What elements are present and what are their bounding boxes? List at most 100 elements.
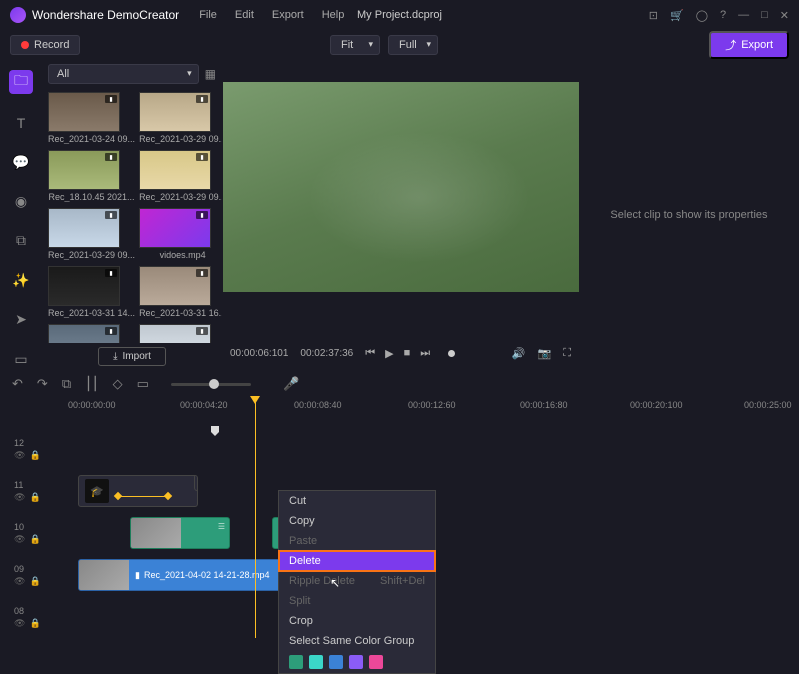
zoom-handle[interactable] bbox=[209, 379, 219, 389]
video-badge-icon: ▮ bbox=[196, 211, 208, 219]
cursor-icon[interactable]: ➤ bbox=[9, 309, 33, 330]
preview-canvas[interactable] bbox=[223, 82, 579, 292]
ctx-ripple-delete[interactable]: Ripple DeleteShift+Del bbox=[279, 571, 435, 591]
color-swatch[interactable] bbox=[369, 655, 383, 669]
effects-icon[interactable]: ✨ bbox=[9, 270, 33, 291]
lock-icon[interactable]: 🔒 bbox=[29, 618, 40, 629]
cloud-icon[interactable]: ⊡ bbox=[649, 9, 658, 22]
clip-filename: Rec_2021-04-02 14-21-28.mp4 bbox=[144, 570, 270, 580]
marker-tool-icon[interactable]: ◇ bbox=[113, 376, 123, 392]
minimize-icon[interactable]: — bbox=[738, 9, 749, 22]
media-thumb[interactable]: ▮ bbox=[139, 324, 222, 343]
ctx-select-color-group[interactable]: Select Same Color Group bbox=[279, 631, 435, 651]
zoom-slider[interactable] bbox=[171, 383, 251, 386]
ctx-delete[interactable]: Delete bbox=[279, 551, 435, 571]
snapshot-icon[interactable]: 📷 bbox=[538, 347, 552, 360]
ruler-tick: 00:00:00:00 bbox=[68, 400, 116, 410]
mic-icon[interactable]: 🎤 bbox=[283, 376, 299, 392]
ctx-cut[interactable]: Cut bbox=[279, 491, 435, 511]
transition-icon[interactable]: ⧉ bbox=[9, 230, 33, 251]
crop-tool-icon[interactable]: ⧉ bbox=[62, 376, 71, 392]
grid-view-icon[interactable]: ▦ bbox=[205, 67, 216, 81]
import-icon: ⤓ bbox=[113, 351, 117, 362]
undo-icon[interactable]: ↶ bbox=[12, 376, 23, 392]
media-thumb[interactable]: ▮Rec_2021-03-29 09... bbox=[139, 92, 222, 144]
record-button[interactable]: Record bbox=[10, 35, 80, 55]
ctx-paste[interactable]: Paste bbox=[279, 531, 435, 551]
user-icon[interactable]: ◯ bbox=[696, 9, 708, 22]
media-thumb[interactable]: ▮Rec_2021-03-29 09... bbox=[48, 208, 135, 260]
ctx-split[interactable]: Split bbox=[279, 591, 435, 611]
lock-icon[interactable]: 🔒 bbox=[29, 576, 40, 587]
media-thumb[interactable]: ▮Rec_2021-03-31 16... bbox=[139, 266, 222, 318]
eye-icon[interactable]: 👁 bbox=[14, 576, 25, 587]
annotation-icon[interactable]: 💬 bbox=[9, 151, 33, 172]
lock-icon[interactable]: 🔒 bbox=[29, 492, 40, 503]
media-thumb[interactable]: ▮Rec_2021-03-31 14... bbox=[48, 266, 135, 318]
clip[interactable]: ▮Rec_2021-04-02 14-21-28.mp4 bbox=[78, 559, 298, 591]
lock-icon[interactable]: 🔒 bbox=[29, 450, 40, 461]
sticker-icon[interactable]: ◉ bbox=[9, 191, 33, 212]
track-number: 10 bbox=[14, 522, 24, 532]
menu-file[interactable]: File bbox=[199, 9, 217, 21]
help-icon[interactable]: ? bbox=[720, 9, 726, 22]
next-frame-icon[interactable]: ⏭ bbox=[420, 347, 430, 360]
text-icon[interactable]: T bbox=[9, 112, 33, 133]
track-area[interactable] bbox=[50, 428, 799, 470]
caption-tool-icon[interactable]: ▭ bbox=[137, 376, 149, 392]
menu-export[interactable]: Export bbox=[272, 9, 304, 21]
playback-bar: 00:00:06:101 00:02:37:36 ⏮ ▶ ■ ⏭ 🔊 📷 ⛶ bbox=[222, 347, 579, 360]
color-swatch[interactable] bbox=[329, 655, 343, 669]
app-name: Wondershare DemoCreator bbox=[32, 8, 179, 22]
clip[interactable]: ☰ bbox=[130, 517, 230, 549]
ctx-copy[interactable]: Copy bbox=[279, 511, 435, 531]
media-thumb[interactable]: ▮Rec_2021-03-29 09... bbox=[139, 150, 222, 202]
playhead[interactable] bbox=[255, 398, 256, 638]
eye-icon[interactable]: 👁 bbox=[14, 534, 25, 545]
media-thumb[interactable]: ▮ bbox=[48, 324, 135, 343]
side-rail: 🗀 T 💬 ◉ ⧉ ✨ ➤ ▭ bbox=[0, 60, 42, 370]
clip-menu-icon[interactable]: ☰ bbox=[218, 522, 225, 531]
ruler-tick: 00:00:12:60 bbox=[408, 400, 456, 410]
ruler-tick: 00:00:08:40 bbox=[294, 400, 342, 410]
color-swatch[interactable] bbox=[349, 655, 363, 669]
media-library-icon[interactable]: 🗀 bbox=[9, 70, 33, 94]
media-filter-select[interactable]: All bbox=[48, 64, 199, 84]
redo-icon[interactable]: ↷ bbox=[37, 376, 48, 392]
ctx-crop[interactable]: Crop bbox=[279, 611, 435, 631]
volume-icon[interactable]: 🔊 bbox=[512, 347, 526, 360]
ruler-tick: 00:00:04:20 bbox=[180, 400, 228, 410]
export-button[interactable]: ⤴Export bbox=[709, 31, 789, 59]
eye-icon[interactable]: 👁 bbox=[14, 450, 25, 461]
resolution-select[interactable]: Full bbox=[388, 35, 438, 55]
lock-icon[interactable]: 🔒 bbox=[29, 534, 40, 545]
menu-edit[interactable]: Edit bbox=[235, 9, 254, 21]
ctx-color-swatches bbox=[279, 651, 435, 673]
media-thumb[interactable]: ▮vidoes.mp4 bbox=[139, 208, 222, 260]
close-icon[interactable]: ✕ bbox=[780, 9, 789, 22]
menu-help[interactable]: Help bbox=[322, 9, 345, 21]
preview-panel: 00:00:06:101 00:02:37:36 ⏮ ▶ ■ ⏭ 🔊 📷 ⛶ bbox=[222, 60, 579, 370]
split-tool-icon[interactable]: ⎮⎮ bbox=[85, 376, 99, 392]
color-swatch[interactable] bbox=[289, 655, 303, 669]
maximize-icon[interactable]: □ bbox=[761, 9, 768, 22]
media-thumb[interactable]: ▮Rec_18.10.45 2021... bbox=[48, 150, 135, 202]
stop-icon[interactable]: ■ bbox=[404, 347, 411, 360]
progress-handle[interactable] bbox=[448, 350, 455, 357]
cart-icon[interactable]: 🛒 bbox=[670, 9, 684, 22]
prev-frame-icon[interactable]: ⏮ bbox=[365, 347, 375, 360]
media-thumbnails[interactable]: ▮Rec_2021-03-24 09... ▮Rec_2021-03-29 09… bbox=[42, 88, 222, 343]
ruler-tick: 00:00:16:80 bbox=[520, 400, 568, 410]
video-badge-icon: ▮ bbox=[105, 95, 117, 103]
import-button[interactable]: ⤓Import bbox=[98, 347, 166, 366]
clip-caption[interactable]: 🎓 Cap bbox=[78, 475, 198, 507]
play-icon[interactable]: ▶ bbox=[385, 347, 393, 360]
fit-select[interactable]: Fit bbox=[330, 35, 380, 55]
color-swatch[interactable] bbox=[309, 655, 323, 669]
fullscreen-icon[interactable]: ⛶ bbox=[563, 347, 571, 360]
eye-icon[interactable]: 👁 bbox=[14, 618, 25, 629]
caption-icon[interactable]: ▭ bbox=[9, 349, 33, 370]
media-thumb[interactable]: ▮Rec_2021-03-24 09... bbox=[48, 92, 135, 144]
eye-icon[interactable]: 👁 bbox=[14, 492, 25, 503]
timeline-ruler[interactable]: 00:00:00:00 00:00:04:20 00:00:08:40 00:0… bbox=[0, 398, 799, 428]
